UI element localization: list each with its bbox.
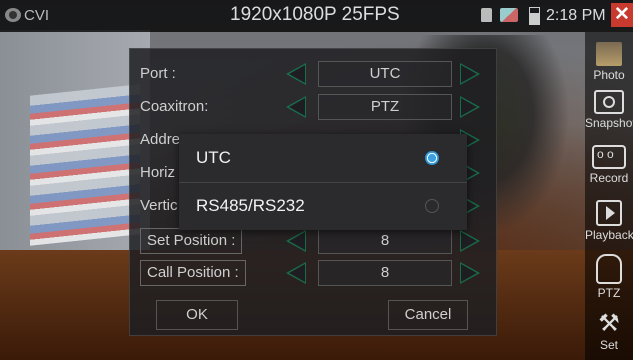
background-poster-board xyxy=(30,84,140,246)
battery-icon xyxy=(529,7,540,25)
address-label: Addre xyxy=(140,131,181,148)
horizontal-label: Horiz xyxy=(140,164,176,181)
sidebar: Photo Snapshot Record Playback PTZ ⚒ Set xyxy=(585,32,633,360)
ok-button[interactable]: OK xyxy=(156,300,238,330)
coaxitron-label: Coaxitron: xyxy=(140,98,209,115)
camera-mode-icon xyxy=(5,8,21,22)
port-dropdown-popup: UTC RS485/RS232 xyxy=(179,134,467,230)
arrow-left-icon[interactable] xyxy=(286,262,306,284)
call-position-value[interactable]: 8 xyxy=(318,260,452,286)
port-value[interactable]: UTC xyxy=(318,61,452,87)
arrow-right-icon[interactable] xyxy=(460,262,480,284)
arrow-left-icon[interactable] xyxy=(286,96,306,118)
resolution-label: 1920x1080P 25FPS xyxy=(230,4,400,25)
sidebar-item-record[interactable]: Record xyxy=(585,145,633,185)
call-position-label[interactable]: Call Position : xyxy=(140,260,246,286)
option-rs485[interactable]: RS485/RS232 xyxy=(179,182,467,230)
sidebar-item-set[interactable]: ⚒ Set xyxy=(585,310,633,353)
arrow-left-icon[interactable] xyxy=(286,230,306,252)
tools-icon: ⚒ xyxy=(598,310,620,337)
coaxitron-row: Coaxitron: PTZ xyxy=(140,94,486,120)
status-bar: CVI 1920x1080P 25FPS 2:18 PM ✕ xyxy=(0,0,633,32)
signal-mode-label: CVI xyxy=(24,7,50,24)
sidebar-item-snapshot[interactable]: Snapshot xyxy=(585,90,633,130)
radio-unselected-icon[interactable] xyxy=(425,199,439,213)
radio-selected-icon[interactable] xyxy=(425,151,439,165)
set-position-row: Set Position : 8 xyxy=(140,228,486,254)
video-camera-icon xyxy=(592,145,626,169)
sidebar-item-label: Photo xyxy=(593,68,625,82)
port-row: Port : UTC xyxy=(140,61,486,87)
call-position-row: Call Position : 8 xyxy=(140,260,486,286)
sidebar-item-photo[interactable]: Photo xyxy=(585,42,633,82)
clock-label: 2:18 PM xyxy=(546,7,606,24)
set-position-label[interactable]: Set Position : xyxy=(140,228,243,254)
sidebar-item-label: Playback xyxy=(585,228,633,242)
option-utc[interactable]: UTC xyxy=(179,134,467,183)
arrow-right-icon[interactable] xyxy=(460,63,480,85)
arrow-right-icon[interactable] xyxy=(460,96,480,118)
play-icon xyxy=(596,200,622,226)
sidebar-item-label: PTZ xyxy=(597,286,621,300)
photo-icon xyxy=(596,42,622,66)
option-label: RS485/RS232 xyxy=(196,196,305,215)
sd-card-icon xyxy=(481,8,492,22)
close-button[interactable]: ✕ xyxy=(611,3,633,27)
sidebar-item-label: Snapshot xyxy=(585,116,633,130)
coaxitron-value[interactable]: PTZ xyxy=(318,94,452,120)
vertical-label: Vertic xyxy=(140,197,178,214)
sidebar-item-playback[interactable]: Playback xyxy=(585,200,633,242)
arrow-left-icon[interactable] xyxy=(286,63,306,85)
arrow-right-icon[interactable] xyxy=(460,230,480,252)
port-label: Port : xyxy=(140,65,176,82)
sidebar-item-label: Set xyxy=(599,338,618,352)
ptz-camera-icon xyxy=(596,254,622,284)
set-position-value[interactable]: 8 xyxy=(318,228,452,254)
camera-icon xyxy=(594,90,624,114)
network-icon xyxy=(500,8,518,22)
cancel-button[interactable]: Cancel xyxy=(388,300,468,330)
sidebar-item-ptz[interactable]: PTZ xyxy=(585,254,633,300)
sidebar-item-label: Record xyxy=(589,171,629,185)
option-label: UTC xyxy=(196,148,231,167)
